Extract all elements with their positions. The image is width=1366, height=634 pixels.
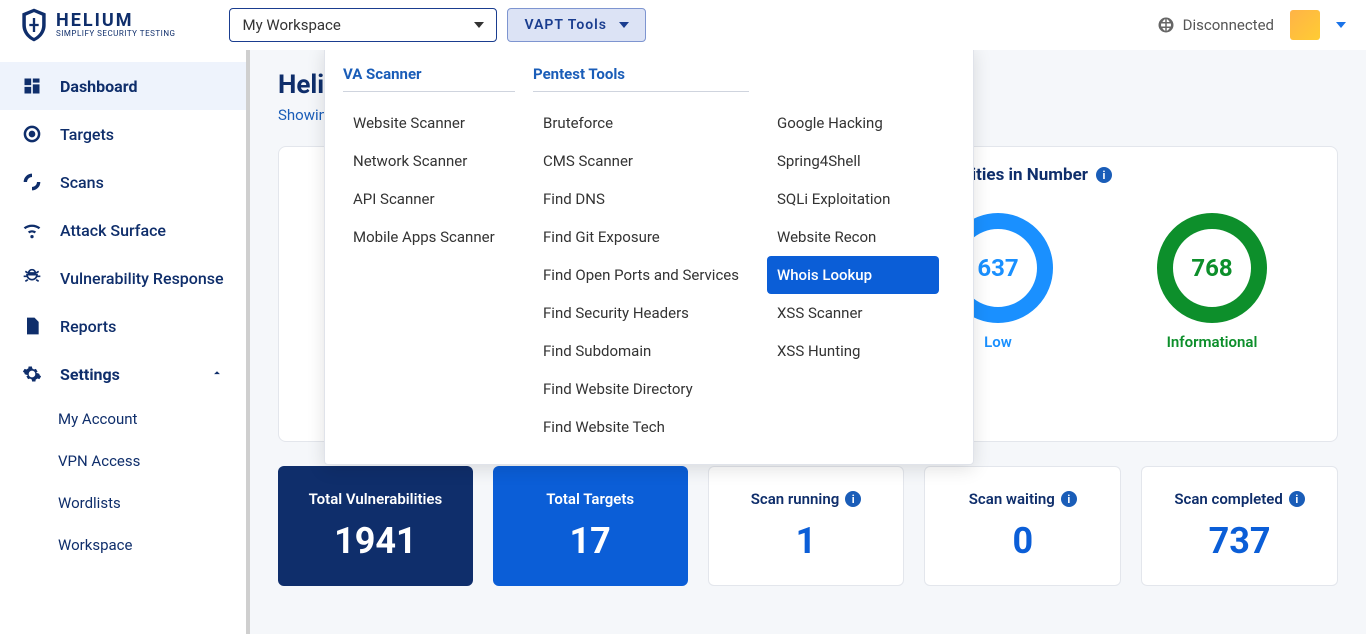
menu-find-headers[interactable]: Find Security Headers	[533, 294, 749, 332]
stat-scan-waiting: Scan waitingi 0	[924, 466, 1121, 586]
menu-website-scanner[interactable]: Website Scanner	[343, 104, 515, 142]
sub-vpn-access[interactable]: VPN Access	[58, 440, 246, 482]
info-icon[interactable]: i	[1096, 167, 1112, 183]
shield-icon	[20, 8, 48, 42]
menu-find-ports[interactable]: Find Open Ports and Services	[533, 256, 749, 294]
stat-scan-running: Scan runningi 1	[708, 466, 905, 586]
menu-google-hacking[interactable]: Google Hacking	[767, 104, 939, 142]
menu-find-subdomain[interactable]: Find Subdomain	[533, 332, 749, 370]
menu-network-scanner[interactable]: Network Scanner	[343, 142, 515, 180]
dashboard-icon	[22, 76, 42, 96]
menu-website-recon[interactable]: Website Recon	[767, 218, 939, 256]
sub-my-account[interactable]: My Account	[58, 398, 246, 440]
workspace-value: My Workspace	[242, 16, 340, 34]
workspace-select[interactable]: My Workspace	[229, 8, 497, 42]
connection-label: Disconnected	[1183, 16, 1274, 34]
stat-scan-completed: Scan completedi 737	[1141, 466, 1338, 586]
menu-find-directory[interactable]: Find Website Directory	[533, 370, 749, 408]
info-icon[interactable]: i	[845, 491, 861, 507]
vapt-mega-menu: VA Scanner Website Scanner Network Scann…	[324, 50, 974, 465]
menu-xss-hunting[interactable]: XSS Hunting	[767, 332, 939, 370]
gear-icon	[22, 364, 42, 384]
menu-sqli[interactable]: SQLi Exploitation	[767, 180, 939, 218]
nav-dashboard[interactable]: Dashboard	[0, 62, 246, 110]
report-icon	[22, 316, 42, 336]
vapt-tools-button[interactable]: VAPT Tools	[507, 8, 646, 42]
user-avatar[interactable]	[1290, 10, 1320, 40]
vapt-label: VAPT Tools	[524, 17, 607, 33]
menu-find-dns[interactable]: Find DNS	[533, 180, 749, 218]
menu-xss-scanner[interactable]: XSS Scanner	[767, 294, 939, 332]
brand-name: HELIUM	[56, 12, 175, 30]
menu-api-scanner[interactable]: API Scanner	[343, 180, 515, 218]
ring-info-label: Informational	[1167, 333, 1258, 351]
menu-whois-lookup[interactable]: Whois Lookup	[767, 256, 939, 294]
nav-settings[interactable]: Settings	[0, 350, 246, 398]
bug-icon	[22, 268, 42, 288]
nav-reports[interactable]: Reports	[0, 302, 246, 350]
menu-heading-va-scanner: VA Scanner	[343, 65, 515, 92]
nav-targets[interactable]: Targets	[0, 110, 246, 158]
brand-tagline: SIMPLIFY SECURITY TESTING	[56, 30, 175, 38]
brand-logo[interactable]: HELIUM SIMPLIFY SECURITY TESTING	[20, 8, 175, 42]
nav-vuln-response[interactable]: Vulnerability Response	[0, 254, 246, 302]
target-icon	[22, 124, 42, 144]
menu-mobile-scanner[interactable]: Mobile Apps Scanner	[343, 218, 515, 256]
user-menu-caret[interactable]	[1336, 22, 1346, 28]
stat-total-vuln: Total Vulnerabilities 1941	[278, 466, 473, 586]
nav-scans[interactable]: Scans	[0, 158, 246, 206]
ring-low-label: Low	[984, 333, 1012, 351]
scan-icon	[22, 172, 42, 192]
menu-heading-pentest: Pentest Tools	[533, 65, 749, 92]
info-icon[interactable]: i	[1289, 491, 1305, 507]
connection-status: Disconnected	[1157, 16, 1274, 34]
nav-attack-surface[interactable]: Attack Surface	[0, 206, 246, 254]
chevron-up-icon	[210, 365, 224, 384]
menu-spring4shell[interactable]: Spring4Shell	[767, 142, 939, 180]
sidebar: Dashboard Targets Scans Attack Surface V…	[0, 50, 250, 634]
menu-find-git[interactable]: Find Git Exposure	[533, 218, 749, 256]
wifi-icon	[22, 220, 42, 240]
chevron-down-icon	[474, 22, 484, 28]
globe-icon	[1157, 16, 1175, 34]
chevron-down-icon	[619, 22, 629, 28]
info-icon[interactable]: i	[1061, 491, 1077, 507]
sub-workspace[interactable]: Workspace	[58, 524, 246, 566]
menu-bruteforce[interactable]: Bruteforce	[533, 104, 749, 142]
menu-find-tech[interactable]: Find Website Tech	[533, 408, 749, 446]
menu-cms-scanner[interactable]: CMS Scanner	[533, 142, 749, 180]
sub-wordlists[interactable]: Wordlists	[58, 482, 246, 524]
stat-total-targets: Total Targets 17	[493, 466, 688, 586]
ring-informational: 768	[1157, 213, 1267, 323]
